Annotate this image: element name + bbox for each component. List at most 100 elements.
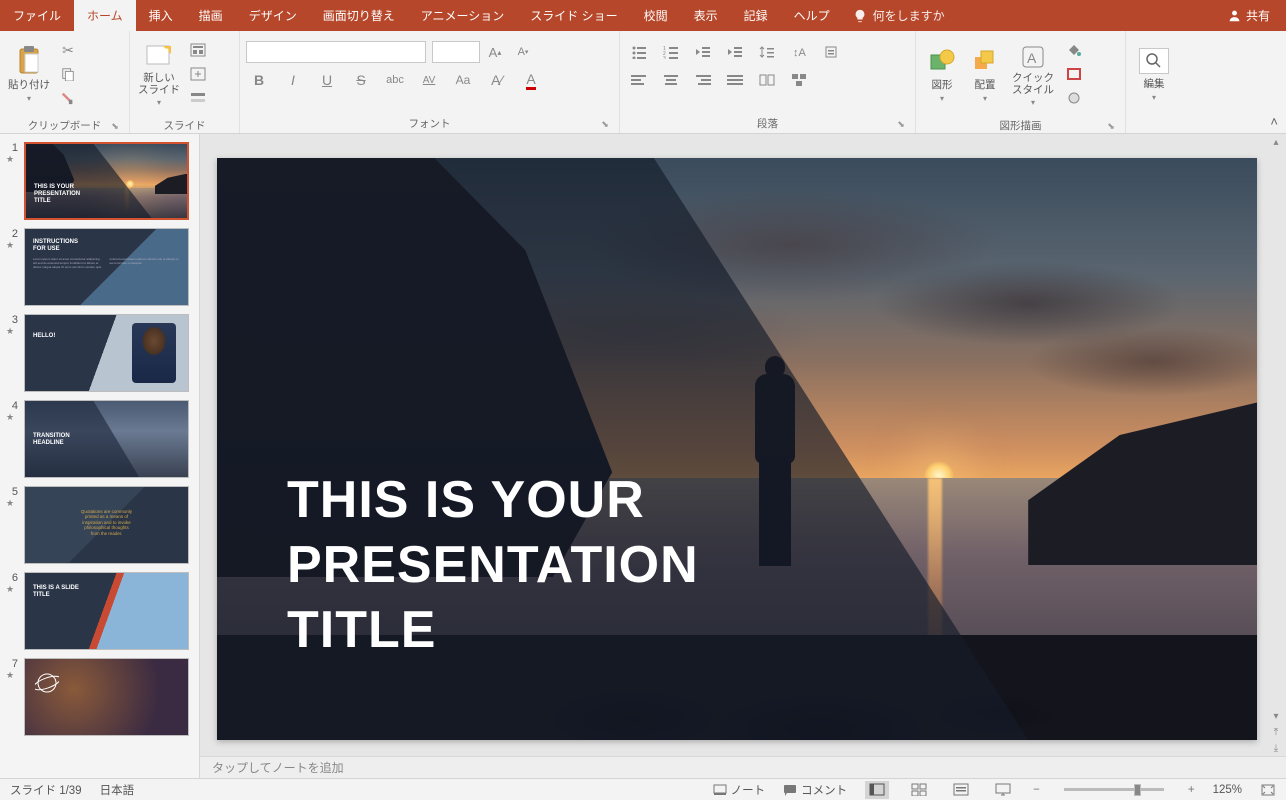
copy-button[interactable] <box>55 63 81 85</box>
normal-view-button[interactable] <box>865 781 889 799</box>
tab-review[interactable]: 校閲 <box>631 0 681 31</box>
tab-transitions[interactable]: 画面切り替え <box>310 0 408 31</box>
group-slides: 新しい スライド ▾ スライド <box>130 31 240 133</box>
reset-button[interactable] <box>185 63 211 85</box>
paragraph-launcher[interactable]: ⬊ <box>895 118 907 130</box>
tab-draw[interactable]: 描画 <box>186 0 236 31</box>
bullets-button[interactable] <box>626 41 652 63</box>
justify-button[interactable] <box>722 69 748 91</box>
current-slide[interactable]: THIS IS YOUR PRESENTATION TITLE <box>217 158 1257 740</box>
tab-record[interactable]: 記録 <box>731 0 781 31</box>
decrease-font-button[interactable]: A▾ <box>510 41 536 63</box>
layout-button[interactable] <box>185 39 211 61</box>
tab-file[interactable]: ファイル <box>0 0 74 31</box>
scroll-up-icon[interactable]: ▴ <box>1268 134 1284 150</box>
sorter-view-button[interactable] <box>907 781 931 799</box>
notes-toggle[interactable]: ノート <box>713 782 766 798</box>
shape-outline-button[interactable] <box>1061 63 1087 85</box>
line-spacing-button[interactable] <box>754 41 780 63</box>
tab-slideshow[interactable]: スライド ショー <box>517 0 630 31</box>
brush-icon <box>61 91 75 105</box>
font-color-button[interactable]: A <box>518 69 544 91</box>
arrange-icon <box>971 47 999 75</box>
share-button[interactable]: 共有 <box>1212 0 1286 31</box>
convert-smartart-button[interactable] <box>786 69 812 91</box>
tab-help[interactable]: ヘルプ <box>781 0 843 31</box>
slide-thumbnail-2[interactable]: INSTRUCTIONS FOR USE Lorem ipsum dolor s… <box>24 228 189 306</box>
align-right-button[interactable] <box>690 69 716 91</box>
new-slide-button[interactable]: 新しい スライド ▾ <box>136 35 182 115</box>
chevron-down-icon: ▾ <box>27 94 31 103</box>
format-painter-button[interactable] <box>55 87 81 109</box>
drawing-launcher[interactable]: ⬊ <box>1105 120 1117 132</box>
zoom-in-button[interactable]: + <box>1188 784 1195 796</box>
quick-styles-button[interactable]: A クイック スタイル▾ <box>1008 35 1058 115</box>
zoom-level[interactable]: 125% <box>1213 784 1242 796</box>
scroll-down-icon[interactable]: ▾ <box>1268 708 1284 724</box>
comments-label: コメント <box>801 782 847 798</box>
comments-toggle[interactable]: コメント <box>783 782 847 798</box>
align-left-button[interactable] <box>626 69 652 91</box>
tab-design[interactable]: デザイン <box>236 0 310 31</box>
thumb-title: INSTRUCTIONS FOR USE <box>33 239 78 253</box>
change-case-button[interactable]: Aa <box>450 69 476 91</box>
tell-me-label: 何をしますか <box>873 7 945 24</box>
slide-thumbnail-3[interactable]: HELLO! <box>24 314 189 392</box>
font-family-combobox[interactable] <box>246 41 426 63</box>
shapes-button[interactable]: 図形▾ <box>922 35 962 115</box>
strikethrough-button[interactable]: S <box>348 69 374 91</box>
vertical-scrollbar[interactable]: ▴ ▾ ⤒ ⤓ <box>1268 134 1284 756</box>
tab-animations[interactable]: アニメーション <box>408 0 518 31</box>
text-direction-button[interactable]: ↕A <box>786 41 812 63</box>
clear-formatting-button[interactable]: A⁄ <box>484 69 510 91</box>
fit-to-window-button[interactable] <box>1260 783 1276 797</box>
prev-slide-icon[interactable]: ⤒ <box>1268 724 1284 740</box>
tab-insert[interactable]: 挿入 <box>136 0 186 31</box>
char-spacing-button[interactable]: AV <box>416 69 442 91</box>
collapse-ribbon-button[interactable]: ˄ <box>1270 114 1278 129</box>
paste-button[interactable]: 貼り付け ▾ <box>6 35 52 115</box>
underline-button[interactable]: U <box>314 69 340 91</box>
shape-effects-button[interactable] <box>1061 87 1087 109</box>
font-launcher[interactable]: ⬊ <box>599 118 611 130</box>
slide-thumbnail-1[interactable]: THIS IS YOUR PRESENTATION TITLE <box>24 142 189 220</box>
columns-button[interactable] <box>754 69 780 91</box>
tab-view[interactable]: 表示 <box>681 0 731 31</box>
ribbon: 貼り付け ▾ ✂ クリップボード⬊ 新しい スライド ▾ スライ <box>0 31 1286 134</box>
zoom-out-button[interactable]: − <box>1033 784 1040 796</box>
slide-thumbnail-panel[interactable]: 1★ THIS IS YOUR PRESENTATION TITLE 2★ IN… <box>0 134 200 778</box>
slide-thumbnail-5[interactable]: Quotations are commonly printed as a mea… <box>24 486 189 564</box>
decrease-indent-button[interactable] <box>690 41 716 63</box>
zoom-slider-thumb[interactable] <box>1134 784 1141 796</box>
italic-button[interactable]: I <box>280 69 306 91</box>
find-button[interactable]: 編集▾ <box>1132 35 1176 115</box>
section-button[interactable] <box>185 87 211 109</box>
zoom-slider[interactable] <box>1064 788 1164 791</box>
notes-pane[interactable]: タップしてノートを追加 <box>200 756 1286 778</box>
reading-view-button[interactable] <box>949 781 973 799</box>
slide-title-text[interactable]: THIS IS YOUR PRESENTATION TITLE <box>287 468 699 663</box>
clipboard-launcher[interactable]: ⬊ <box>109 120 121 132</box>
font-size-combobox[interactable] <box>432 41 480 63</box>
slide-canvas-area[interactable]: THIS IS YOUR PRESENTATION TITLE ▴ ▾ ⤒ ⤓ <box>200 134 1286 756</box>
increase-indent-button[interactable] <box>722 41 748 63</box>
slide-thumbnail-6[interactable]: THIS IS A SLIDE TITLE <box>24 572 189 650</box>
bold-button[interactable]: B <box>246 69 272 91</box>
thumb-title: THIS IS YOUR PRESENTATION TITLE <box>34 184 80 206</box>
next-slide-icon[interactable]: ⤓ <box>1268 740 1284 756</box>
align-center-button[interactable] <box>658 69 684 91</box>
slideshow-view-button[interactable] <box>991 781 1015 799</box>
numbering-button[interactable]: 123 <box>658 41 684 63</box>
shadow-button[interactable]: abc <box>382 69 408 91</box>
arrange-button[interactable]: 配置▾ <box>965 35 1005 115</box>
cut-button[interactable]: ✂ <box>55 39 81 61</box>
language-indicator[interactable]: 日本語 <box>100 782 135 798</box>
slide-counter[interactable]: スライド 1/39 <box>10 782 82 798</box>
tab-home[interactable]: ホーム <box>74 0 136 31</box>
shape-fill-button[interactable] <box>1061 39 1087 61</box>
slide-thumbnail-7[interactable] <box>24 658 189 736</box>
align-text-button[interactable] <box>818 41 844 63</box>
slide-thumbnail-4[interactable]: TRANSITION HEADLINE <box>24 400 189 478</box>
tell-me-search[interactable]: 何をしますか <box>853 0 945 31</box>
increase-font-button[interactable]: A▴ <box>482 41 508 63</box>
